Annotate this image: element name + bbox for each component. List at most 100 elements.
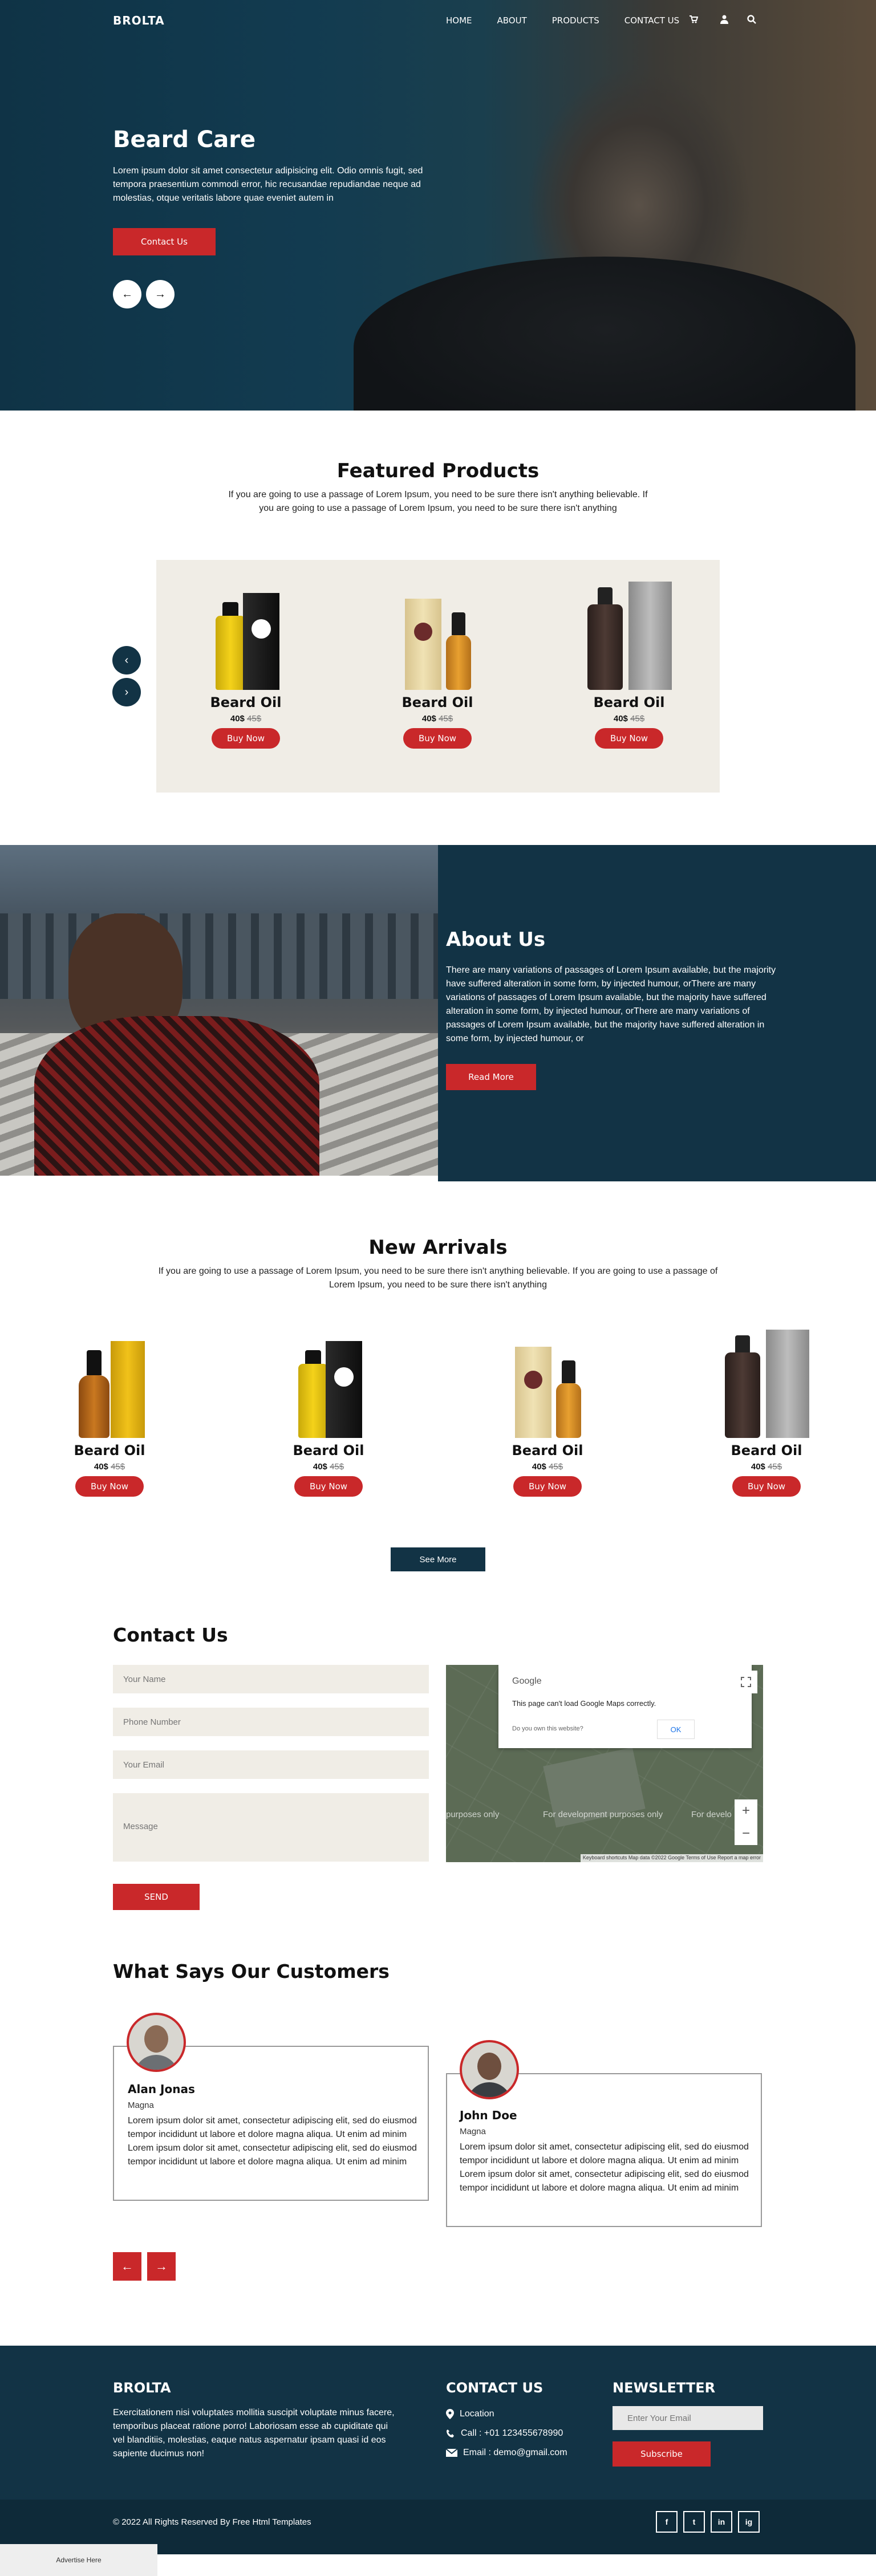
product-name: Beard Oil (512, 1443, 583, 1458)
zoom-out-button[interactable]: − (735, 1822, 757, 1845)
phone-icon (447, 2429, 454, 2437)
google-logo: Google (512, 1676, 542, 1686)
footer-location[interactable]: Location (446, 2407, 494, 2421)
product-image (505, 1330, 590, 1438)
newsletter-title: NEWSLETTER (613, 2380, 716, 2396)
copyright: © 2022 All Rights Reserved By Free Html … (113, 2517, 311, 2527)
buy-now-button[interactable]: Buy Now (403, 728, 472, 749)
arrival-product-1: Beard Oil 40$ 45$ Buy Now (35, 1330, 184, 1497)
arrival-product-4: Beard Oil 40$ 45$ Buy Now (692, 1330, 841, 1497)
product-image (203, 582, 289, 690)
map-ok-button[interactable]: OK (657, 1720, 695, 1739)
about-text: There are many variations of passages of… (446, 965, 776, 1043)
about-title: About Us (446, 928, 546, 951)
customer-name: John Doe (460, 2108, 517, 2122)
featured-next-button[interactable]: › (112, 678, 141, 706)
featured-title: Featured Products (336, 460, 540, 482)
hero-text: Lorem ipsum dolor sit amet consectetur a… (113, 166, 423, 203)
product-price: 40$ 45$ (230, 714, 262, 724)
testimonial-text: Lorem ipsum dolor sit amet, consectetur … (128, 2116, 417, 2167)
hero-next-button[interactable]: → (146, 280, 175, 308)
avatar (460, 2040, 519, 2099)
brand-logo[interactable]: BROLTA (113, 14, 165, 27)
product-name: Beard Oil (402, 694, 473, 710)
contact-title: Contact Us (113, 1624, 228, 1646)
arrivals-text: If you are going to use a passage of Lor… (158, 1266, 718, 1290)
read-more-button[interactable]: Read More (446, 1064, 536, 1090)
name-input[interactable] (113, 1665, 429, 1693)
product-name: Beard Oil (731, 1443, 802, 1458)
nav-about[interactable]: ABOUT (497, 15, 527, 26)
nav-home[interactable]: HOME (446, 15, 472, 26)
testimonial-next-button[interactable]: → (147, 2252, 176, 2281)
nav-contact[interactable]: CONTACT US (624, 15, 679, 26)
product-price: 40$ 45$ (421, 714, 453, 724)
map-error-dialog: Google This page can't load Google Maps … (498, 1665, 752, 1748)
send-button[interactable]: SEND (113, 1884, 200, 1910)
main-nav: HOME ABOUT PRODUCTS CONTACT US (446, 15, 704, 26)
product-image (581, 582, 678, 690)
customer-role: Magna (460, 2127, 486, 2136)
avatar (127, 2013, 186, 2072)
buy-now-button[interactable]: Buy Now (294, 1476, 363, 1497)
about-image (0, 845, 438, 1176)
product-price: 40$ 45$ (94, 1462, 125, 1472)
testimonial-text: Lorem ipsum dolor sit amet, consectetur … (460, 2142, 749, 2193)
search-icon[interactable] (746, 14, 757, 25)
featured-prev-button[interactable]: ‹ (112, 646, 141, 675)
call-text: Call : +01 123455678990 (461, 2428, 563, 2438)
buy-now-button[interactable]: Buy Now (75, 1476, 144, 1497)
product-price: 40$ 45$ (313, 1462, 344, 1472)
map-watermark: For development purposes only (543, 1810, 663, 1819)
testimonial-prev-button[interactable]: ← (113, 2252, 141, 2281)
product-image (64, 1330, 155, 1438)
facebook-icon[interactable]: f (656, 2511, 678, 2533)
product-name: Beard Oil (74, 1443, 145, 1458)
advertise-banner[interactable]: Advertise Here (0, 2544, 157, 2576)
email-input[interactable] (113, 1750, 429, 1779)
map-error-text: This page can't load Google Maps correct… (512, 1699, 656, 1708)
newsletter-email-input[interactable] (613, 2406, 763, 2430)
hero-section (0, 0, 876, 411)
product-price: 40$ 45$ (532, 1462, 563, 1472)
hero-prev-button[interactable]: ← (113, 280, 141, 308)
user-icon[interactable] (719, 14, 730, 25)
phone-input[interactable] (113, 1708, 429, 1736)
customer-role: Magna (128, 2100, 154, 2110)
product-image (718, 1330, 815, 1438)
hero-title: Beard Care (113, 127, 256, 153)
footer-call[interactable]: Call : +01 123455678990 (446, 2427, 563, 2440)
nav-products[interactable]: PRODUCTS (552, 15, 599, 26)
cart-icon[interactable] (688, 14, 699, 25)
product-image (286, 1330, 371, 1438)
see-more-button[interactable]: See More (391, 1547, 485, 1571)
footer-contact-title: CONTACT US (446, 2380, 544, 2396)
map-watermark: For develo (691, 1810, 732, 1819)
product-price: 40$ 45$ (751, 1462, 782, 1472)
map-footer: Keyboard shortcuts Map data ©2022 Google… (580, 1854, 763, 1862)
subscribe-button[interactable]: Subscribe (613, 2441, 711, 2467)
footer-text: Exercitationem nisi voluptates mollitia … (113, 2408, 395, 2459)
envelope-icon (446, 2449, 457, 2457)
product-price: 40$ 45$ (613, 714, 645, 724)
arrival-product-3: Beard Oil 40$ 45$ Buy Now (473, 1330, 622, 1497)
testimonials-title: What Says Our Customers (113, 1960, 390, 1982)
google-map[interactable]: Google This page can't load Google Maps … (446, 1665, 763, 1862)
zoom-in-button[interactable]: + (735, 1799, 757, 1822)
buy-now-button[interactable]: Buy Now (595, 728, 663, 749)
customer-name: Alan Jonas (128, 2082, 195, 2096)
buy-now-button[interactable]: Buy Now (212, 728, 280, 749)
featured-text: If you are going to use a passage of Lor… (228, 490, 648, 513)
arrival-product-2: Beard Oil 40$ 45$ Buy Now (254, 1330, 403, 1497)
twitter-icon[interactable]: t (683, 2511, 705, 2533)
buy-now-button[interactable]: Buy Now (513, 1476, 582, 1497)
product-name: Beard Oil (593, 694, 665, 710)
product-name: Beard Oil (210, 694, 282, 710)
instagram-icon[interactable]: ig (738, 2511, 760, 2533)
hero-contact-button[interactable]: Contact Us (113, 228, 216, 255)
fullscreen-icon[interactable] (735, 1671, 757, 1693)
footer-email[interactable]: Email : demo@gmail.com (446, 2446, 567, 2460)
message-input[interactable] (113, 1793, 429, 1862)
linkedin-icon[interactable]: in (711, 2511, 732, 2533)
buy-now-button[interactable]: Buy Now (732, 1476, 801, 1497)
